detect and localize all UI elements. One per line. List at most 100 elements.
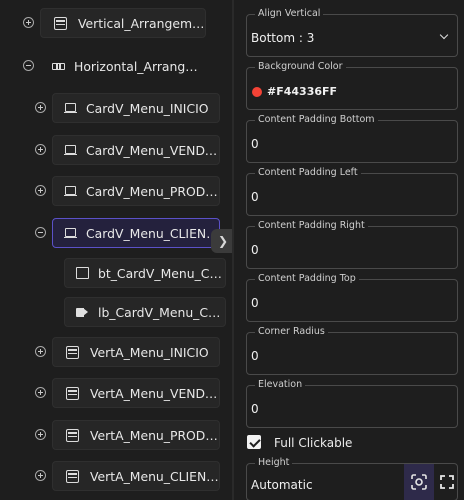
- collapse-icon[interactable]: [23, 60, 34, 71]
- tree-row: VertA_Menu_VENDAS: [0, 378, 232, 408]
- card-icon: [64, 185, 77, 197]
- tree-node-label: CardV_Menu_INICIO: [86, 100, 209, 116]
- tree-row: CardV_Menu_CLIENTES: [0, 218, 232, 248]
- vertical-arrangement-icon: [66, 386, 79, 400]
- tree-node-label: Vertical_Arrangement1: [78, 15, 205, 31]
- tree-node-bt-cardv-menu-clientes[interactable]: bt_CardV_Menu_CLIENTES: [64, 258, 226, 288]
- tree-node-verta-menu-vendas[interactable]: VertA_Menu_VENDAS: [52, 378, 220, 408]
- vertical-arrangement-icon: [66, 345, 79, 359]
- field-label: Elevation: [255, 379, 306, 390]
- background-color-field[interactable]: Background Color #F44336FF: [246, 61, 458, 110]
- elevation-field[interactable]: Elevation 0: [246, 379, 458, 428]
- expand-icon[interactable]: [35, 346, 46, 357]
- tree-node-label: VertA_Menu_PRODUTOS: [90, 427, 219, 443]
- color-swatch[interactable]: [252, 87, 262, 97]
- panel-splitter[interactable]: [232, 0, 234, 500]
- expand-icon[interactable]: [35, 387, 46, 398]
- tree-node-lb-cardv-menu-clientes[interactable]: lb_CardV_Menu_CLIENTES: [64, 297, 226, 327]
- chevron-right-icon: ❯: [217, 234, 229, 248]
- tree-row: Horizontal_Arrangement1: [0, 51, 232, 81]
- tree-node-label: CardV_Menu_VENDAS: [86, 142, 219, 158]
- button-icon: [76, 267, 89, 279]
- content-padding-right-field[interactable]: Content Padding Right 0: [246, 220, 458, 269]
- tree-node-label: VertA_Menu_INICIO: [90, 344, 209, 360]
- height-field[interactable]: Height Automatic: [246, 457, 459, 500]
- content-padding-top-field[interactable]: Content Padding Top 0: [246, 273, 458, 322]
- tree-node-cardv-menu-inicio[interactable]: CardV_Menu_INICIO: [52, 93, 220, 123]
- content-padding-left-field[interactable]: Content Padding Left 0: [246, 167, 458, 216]
- tree-row: Vertical_Arrangement1: [0, 8, 232, 38]
- focus-icon: [411, 474, 427, 490]
- field-label: Height: [255, 457, 293, 468]
- field-label: Content Padding Top: [255, 273, 359, 284]
- label-icon: [76, 307, 89, 317]
- tree-node-label: VertA_Menu_CLIENTES: [90, 468, 219, 484]
- expand-icon[interactable]: [35, 429, 46, 440]
- tree-row: CardV_Menu_INICIO: [0, 93, 232, 123]
- collapse-icon[interactable]: [35, 227, 46, 238]
- expand-icon[interactable]: [35, 470, 46, 481]
- collapse-panel-button[interactable]: ❯: [211, 229, 232, 253]
- tree-node-label: bt_CardV_Menu_CLIENTES: [98, 265, 225, 281]
- expand-icon[interactable]: [35, 102, 46, 113]
- tree-node-cardv-menu-clientes[interactable]: CardV_Menu_CLIENTES: [52, 218, 220, 248]
- field-label: Corner Radius: [255, 326, 328, 337]
- fullscreen-icon: [439, 475, 454, 489]
- tree-node-verta-menu-clientes[interactable]: VertA_Menu_CLIENTES: [52, 461, 220, 491]
- tree-node-cardv-menu-produtos[interactable]: CardV_Menu_PRODUTOS: [52, 176, 220, 206]
- vertical-arrangement-icon: [66, 428, 79, 442]
- field-label: Align Vertical: [255, 8, 324, 19]
- tree-row: bt_CardV_Menu_CLIENTES: [0, 258, 232, 288]
- tree-row: CardV_Menu_VENDAS: [0, 135, 232, 165]
- tree-node-horizontal-arrangement1[interactable]: Horizontal_Arrangement1: [40, 51, 206, 81]
- tree-row: lb_CardV_Menu_CLIENTES: [0, 297, 232, 327]
- field-value: 0: [251, 137, 259, 151]
- field-label: Content Padding Right: [255, 220, 368, 231]
- card-icon: [64, 144, 77, 156]
- field-value: 0: [251, 243, 259, 257]
- tree-node-cardv-menu-vendas[interactable]: CardV_Menu_VENDAS: [52, 135, 220, 165]
- tree-node-verta-menu-produtos[interactable]: VertA_Menu_PRODUTOS: [52, 420, 220, 450]
- corner-radius-field[interactable]: Corner Radius 0: [246, 326, 458, 375]
- field-value: Automatic: [251, 478, 313, 492]
- checkbox-label: Full Clickable: [274, 436, 353, 450]
- expand-icon[interactable]: [23, 17, 34, 28]
- tree-row: CardV_Menu_PRODUTOS: [0, 176, 232, 206]
- field-value: Bottom : 3: [251, 31, 315, 45]
- field-value: 0: [251, 190, 259, 204]
- focus-select-button[interactable]: [404, 464, 434, 500]
- vertical-arrangement-icon: [66, 469, 79, 483]
- fullscreen-button[interactable]: [434, 464, 459, 500]
- align-vertical-select[interactable]: Align Vertical Bottom : 3: [246, 8, 458, 57]
- tree-row: VertA_Menu_CLIENTES: [0, 461, 232, 491]
- field-value: 0: [251, 296, 259, 310]
- field-value: #F44336FF: [267, 85, 338, 98]
- vertical-arrangement-icon: [54, 16, 67, 30]
- tree-node-label: CardV_Menu_CLIENTES: [86, 225, 219, 241]
- chevron-down-icon: [439, 30, 449, 40]
- properties-panel: Align Vertical Bottom : 3 Background Col…: [236, 0, 464, 500]
- tree-node-label: lb_CardV_Menu_CLIENTES: [98, 304, 225, 320]
- full-clickable-row: Full Clickable: [246, 433, 458, 453]
- field-label: Background Color: [255, 61, 346, 72]
- tree-node-label: CardV_Menu_PRODUTOS: [86, 183, 219, 199]
- horizontal-arrangement-icon: [52, 62, 65, 70]
- designer-window: Vertical_Arrangement1 Horizontal_Arrange…: [0, 0, 464, 500]
- card-icon: [64, 102, 77, 114]
- tree-row: VertA_Menu_INICIO: [0, 337, 232, 367]
- expand-icon[interactable]: [35, 144, 46, 155]
- tree-node-vertical-arrangement1[interactable]: Vertical_Arrangement1: [40, 8, 206, 38]
- card-icon: [64, 227, 77, 239]
- expand-icon[interactable]: [35, 185, 46, 196]
- field-label: Content Padding Bottom: [255, 114, 378, 125]
- tree-row: VertA_Menu_PRODUTOS: [0, 420, 232, 450]
- content-padding-bottom-field[interactable]: Content Padding Bottom 0: [246, 114, 458, 163]
- tree-node-verta-menu-inicio[interactable]: VertA_Menu_INICIO: [52, 337, 220, 367]
- field-label: Content Padding Left: [255, 167, 361, 178]
- tree-node-label: VertA_Menu_VENDAS: [90, 385, 219, 401]
- full-clickable-checkbox[interactable]: [247, 435, 261, 449]
- component-tree: Vertical_Arrangement1 Horizontal_Arrange…: [0, 0, 232, 500]
- tree-node-label: Horizontal_Arrangement1: [74, 58, 205, 74]
- field-value: 0: [251, 349, 259, 363]
- field-value: 0: [251, 402, 259, 416]
